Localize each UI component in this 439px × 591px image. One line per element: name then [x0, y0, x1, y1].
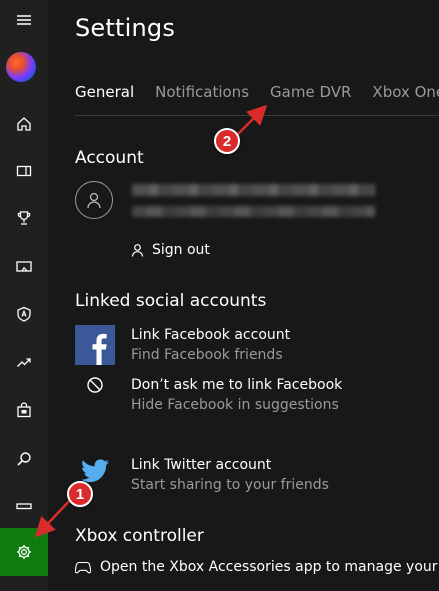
clubs-shield-icon [17, 306, 31, 322]
xbox-controller-heading: Xbox controller [75, 526, 204, 546]
dont-ask-facebook-title: Don’t ask me to link Facebook [131, 377, 343, 393]
tab-divider [75, 115, 439, 116]
settings-gear-icon [17, 545, 31, 559]
sidebar-item-home[interactable] [0, 104, 48, 144]
sidebar-item-game-dvr[interactable] [0, 247, 48, 287]
game-dvr-icon [16, 261, 32, 272]
link-facebook-title: Link Facebook account [131, 327, 291, 343]
tab-game-dvr[interactable]: Game DVR [270, 83, 351, 101]
annotation-marker-2: 2 [214, 128, 240, 154]
my-games-icon [16, 165, 32, 177]
sidebar-item-store[interactable] [0, 390, 48, 430]
settings-tabs: General Notifications Game DVR Xbox One [75, 82, 439, 101]
controller-icon [75, 561, 91, 573]
trending-icon [17, 358, 31, 367]
trophy-icon [17, 211, 31, 225]
sidebar-item-settings[interactable] [0, 528, 48, 576]
open-accessories-link[interactable]: Open the Xbox Accessories app to manage … [75, 559, 439, 575]
sidebar-item-trending[interactable] [0, 342, 48, 382]
person-icon [131, 244, 144, 257]
link-twitter-title: Link Twitter account [131, 457, 272, 473]
sign-out-label: Sign out [152, 242, 210, 258]
account-email-redacted [132, 206, 375, 217]
person-icon [87, 192, 101, 209]
account-name-redacted [132, 184, 375, 196]
dont-ask-facebook-subtitle: Hide Facebook in suggestions [131, 397, 339, 413]
tab-general[interactable]: General [75, 83, 134, 101]
sidebar-item-connect[interactable] [0, 486, 48, 526]
dont-ask-facebook-item[interactable]: Don’t ask me to link Facebook Hide Faceb… [131, 375, 342, 415]
hamburger-menu-button[interactable] [0, 0, 48, 40]
tab-notifications[interactable]: Notifications [155, 83, 249, 101]
user-avatar[interactable] [6, 52, 36, 82]
facebook-icon[interactable] [75, 325, 115, 365]
page-title: Settings [75, 14, 176, 42]
account-heading: Account [75, 148, 144, 168]
search-icon [17, 452, 31, 466]
annotation-marker-1: 1 [67, 481, 93, 507]
block-icon [87, 377, 103, 393]
hamburger-menu-icon [17, 15, 31, 25]
sidebar-item-clubs[interactable] [0, 294, 48, 334]
account-avatar [75, 181, 113, 219]
tab-xbox-one[interactable]: Xbox One [372, 83, 439, 101]
link-twitter-subtitle: Start sharing to your friends [131, 477, 329, 493]
settings-panel: Settings General Notifications Game DVR Xbo… [48, 0, 439, 591]
open-accessories-text: Open the Xbox Accessories app to manage … [100, 559, 439, 575]
sign-out-button[interactable]: Sign out [131, 242, 210, 258]
sidebar-item-my-games[interactable] [0, 151, 48, 191]
store-bag-icon [17, 402, 31, 418]
link-facebook-item[interactable]: Link Facebook account Find Facebook frie… [131, 325, 290, 365]
link-twitter-item[interactable]: Link Twitter account Start sharing to yo… [131, 455, 329, 495]
connect-console-icon [16, 503, 32, 510]
twitter-icon[interactable] [81, 459, 109, 483]
linked-accounts-heading: Linked social accounts [75, 291, 267, 311]
home-icon [17, 117, 31, 131]
link-facebook-subtitle: Find Facebook friends [131, 347, 283, 363]
sidebar-nav [0, 0, 48, 591]
sidebar-item-search[interactable] [0, 439, 48, 479]
sidebar-item-achievements[interactable] [0, 198, 48, 238]
